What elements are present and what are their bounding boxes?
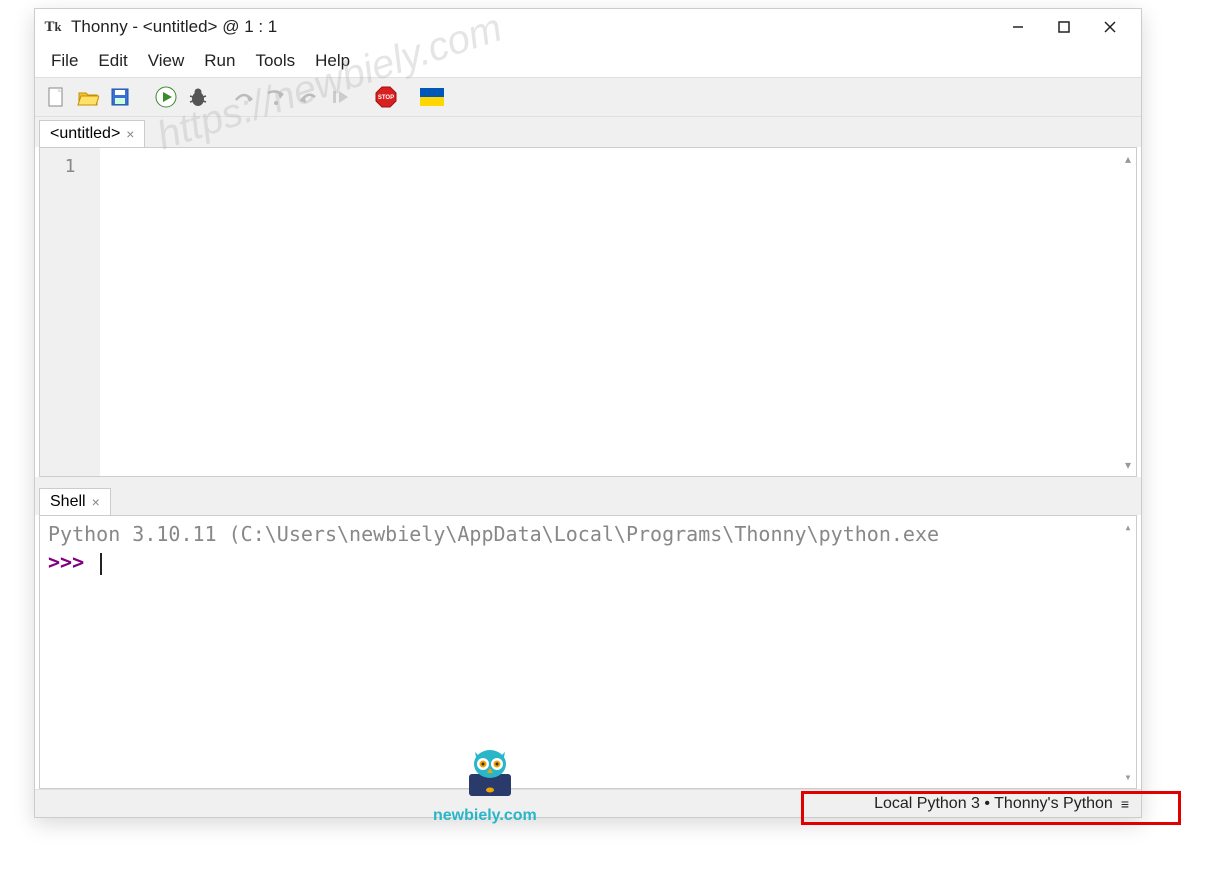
interpreter-selector[interactable]: Local Python 3 • Thonny's Python ≡ [868,793,1135,815]
interpreter-label: Local Python 3 • Thonny's Python [874,795,1113,813]
open-file-button[interactable] [75,84,101,110]
line-number: 1 [40,156,100,177]
maximize-button[interactable] [1041,12,1087,42]
support-ukraine-icon [420,88,444,106]
new-file-button[interactable] [43,84,69,110]
shell-pane[interactable]: Python 3.10.11 (C:\Users\newbiely\AppDat… [39,515,1137,789]
app-window: Tk Thonny - <untitled> @ 1 : 1 File Edit… [34,8,1142,818]
editor-tab-label: <untitled> [50,125,120,143]
maximize-icon [1058,21,1070,33]
menu-file[interactable]: File [41,47,88,75]
editor-tab-untitled[interactable]: <untitled> × [39,120,145,148]
shell-prompt-text: >>> [48,550,96,574]
tab-close-button[interactable]: × [126,126,134,142]
debug-icon [187,86,209,108]
editor-tabstrip: <untitled> × [35,117,1141,147]
step-into-icon [265,87,287,107]
menu-view[interactable]: View [138,47,195,75]
resume-button[interactable] [327,84,353,110]
shell-scroll-down-icon[interactable]: ▾ [1122,770,1134,784]
scroll-up-icon[interactable]: ▴ [1122,152,1134,166]
save-file-icon [110,87,130,107]
menu-tools[interactable]: Tools [245,47,305,75]
open-file-icon [77,87,99,107]
step-out-icon [297,87,319,107]
line-number-gutter: 1 [40,148,100,476]
close-icon [1104,21,1116,33]
code-area[interactable] [100,148,1136,476]
step-over-icon [233,88,255,106]
scroll-down-icon[interactable]: ▾ [1122,458,1134,472]
svg-text:STOP: STOP [378,95,394,101]
shell-version-text: Python 3.10.11 (C:\Users\newbiely\AppDat… [48,522,1128,546]
shell-tab-close-button[interactable]: × [92,494,100,510]
step-into-button[interactable] [263,84,289,110]
stop-button[interactable]: STOP [373,84,399,110]
save-file-button[interactable] [107,84,133,110]
run-button[interactable] [153,84,179,110]
statusbar: Local Python 3 • Thonny's Python ≡ [35,789,1141,817]
pane-splitter[interactable] [35,477,1141,487]
debug-button[interactable] [185,84,211,110]
shell-scroll-up-icon[interactable]: ▴ [1122,520,1134,534]
shell-cursor [100,553,102,575]
new-file-icon [46,86,66,108]
window-title: Thonny - <untitled> @ 1 : 1 [71,17,277,37]
resume-icon [330,87,350,107]
menu-edit[interactable]: Edit [88,47,137,75]
shell-tab[interactable]: Shell × [39,488,111,516]
window-controls [995,12,1133,42]
shell-tabstrip: Shell × [35,487,1141,515]
editor-pane[interactable]: 1 ▴ ▾ [39,147,1137,477]
close-button[interactable] [1087,12,1133,42]
menu-run[interactable]: Run [194,47,245,75]
step-over-button[interactable] [231,84,257,110]
minimize-button[interactable] [995,12,1041,42]
stop-icon: STOP [374,85,398,109]
app-icon: Tk [43,17,63,37]
shell-prompt[interactable]: >>> [48,550,1128,575]
titlebar: Tk Thonny - <untitled> @ 1 : 1 [35,9,1141,45]
hamburger-icon: ≡ [1121,796,1129,812]
run-icon [155,86,177,108]
support-ukraine-button[interactable] [419,84,445,110]
shell-tab-label: Shell [50,493,86,511]
menubar: File Edit View Run Tools Help [35,45,1141,77]
minimize-icon [1012,21,1024,33]
menu-help[interactable]: Help [305,47,360,75]
step-out-button[interactable] [295,84,321,110]
toolbar: STOP [35,77,1141,117]
